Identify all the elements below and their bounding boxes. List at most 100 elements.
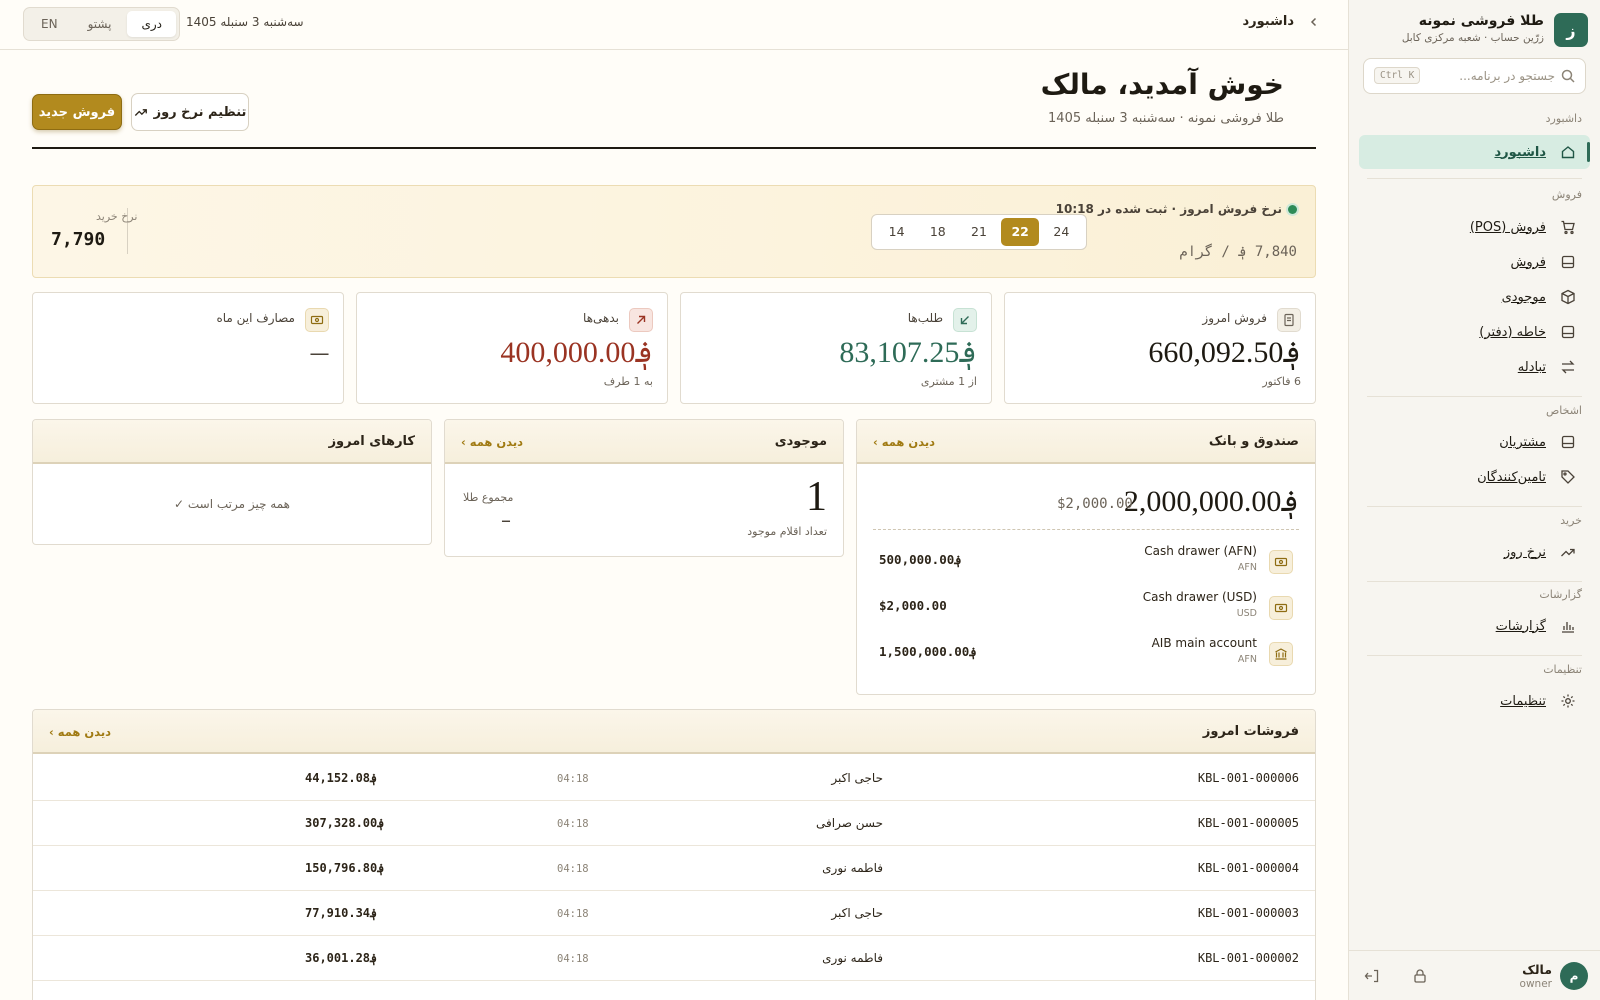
- account-currency: USD: [1236, 608, 1257, 619]
- view-all-link[interactable]: دیدن همه ›: [461, 435, 523, 449]
- view-all-link[interactable]: دیدن همه ›: [49, 725, 111, 739]
- account-name: Cash drawer (USD): [1142, 590, 1257, 604]
- inventory-count: 1: [806, 474, 827, 520]
- sale-amount: ؋77,910.34: [305, 906, 378, 920]
- lang-en[interactable]: EN: [27, 11, 72, 37]
- panel-header: فروشات امروز دیدن همه ›: [33, 710, 1315, 754]
- table-row[interactable]: KBL-001-000002 فاطمه نوری 04:18 ؋36,001.28: [33, 936, 1315, 981]
- stat-today-sales[interactable]: فروش امروز ؋660,092.50 6 فاکتور: [1004, 292, 1316, 404]
- sidebar-item-label: تبادله: [1517, 359, 1546, 375]
- sidebar-item-daily-rate[interactable]: نرخ روز: [1359, 535, 1590, 569]
- topbar: EN پشتو دری سه‌شنبه 3 سنبله 1405 داشبورد: [0, 0, 1348, 50]
- chevron-left-icon[interactable]: [1308, 16, 1320, 28]
- cart-icon: [1561, 220, 1575, 235]
- logout-icon[interactable]: [1363, 967, 1381, 985]
- account-row[interactable]: AIB main account AFN ؋1,500,000.00: [857, 636, 1315, 676]
- account-name: AIB main account: [1151, 636, 1257, 650]
- brand-name: طلا فروشی نمونه: [1418, 13, 1544, 29]
- sale-time: 04:18: [557, 773, 589, 785]
- search-icon: [1561, 69, 1575, 83]
- karat-chip[interactable]: 14: [878, 218, 916, 246]
- stat-sub: از 1 مشتری: [920, 375, 977, 388]
- stat-label: فروش امروز: [1202, 311, 1267, 325]
- stat-debts[interactable]: بدهی‌ها ؋400,000.00 به 1 طرف: [356, 292, 668, 404]
- set-rate-button[interactable]: تنظیم نرخ روز: [131, 93, 249, 131]
- search-placeholder: جستجو در برنامه...: [1459, 69, 1555, 83]
- karat-chip[interactable]: 21: [960, 218, 998, 246]
- view-all-link[interactable]: دیدن همه ›: [873, 435, 935, 449]
- sidebar-item-dashboard[interactable]: داشبورد: [1359, 135, 1590, 169]
- cash-icon: [1269, 550, 1293, 574]
- sidebar-item-reports[interactable]: گزارشات: [1359, 609, 1590, 643]
- lock-icon[interactable]: [1411, 967, 1429, 985]
- search-input[interactable]: جستجو در برنامه... Ctrl K: [1363, 58, 1586, 94]
- sidebar-item-label: فروش (POS): [1469, 219, 1546, 235]
- account-row[interactable]: Cash drawer (AFN) AFN ؋500,000.00: [857, 544, 1315, 584]
- lang-pashto[interactable]: پشتو: [74, 11, 126, 37]
- stat-value: —: [309, 341, 330, 365]
- topbar-date: سه‌شنبه 3 سنبله 1405: [186, 15, 304, 29]
- section-reports: گزارشات: [1539, 588, 1582, 601]
- table-row[interactable]: KBL-001-000005 حسن صرافی 04:18 ؋307,328.00: [33, 801, 1315, 846]
- user-role: owner: [1519, 978, 1552, 990]
- table-row[interactable]: KBL-001-000004 فاطمه نوری 04:18 ؋150,796.80: [33, 846, 1315, 891]
- table-row[interactable]: KBL-001-000003 حاجی اکبر 04:18 ؋77,910.34: [33, 891, 1315, 936]
- breadcrumb-current: داشبورد: [1242, 14, 1294, 29]
- receipt-icon: [1561, 255, 1575, 269]
- stat-receivables[interactable]: طلب‌ها ؋83,107.25 از 1 مشتری: [680, 292, 992, 404]
- stat-value: ؋400,000.00: [500, 336, 653, 369]
- box-icon: [1561, 289, 1575, 305]
- sales-today-panel: فروشات امروز دیدن همه › KBL-001-000006 حا…: [32, 709, 1316, 1000]
- sidebar-item-ledger[interactable]: خاطه (دفتر): [1359, 315, 1590, 349]
- page-title: خوش آمدید، مالک: [1040, 68, 1284, 101]
- sidebar-item-label: تنظیمات: [1500, 693, 1546, 709]
- cash-bank-panel: صندوق و بانک دیدن همه › ؋2,000,000.00 $2…: [856, 419, 1316, 695]
- inventory-count-label: تعداد اقلام موجود: [747, 525, 827, 538]
- sidebar-item-sales[interactable]: فروش: [1359, 245, 1590, 279]
- table-row[interactable]: KBL-001-000006 حاجی اکبر 04:18 ؋44,152.08: [33, 756, 1315, 801]
- header-divider: [32, 147, 1316, 149]
- sidebar-item-suppliers[interactable]: تامین‌کنندگان: [1359, 460, 1590, 494]
- invoice-id: KBL-001-000006: [1197, 771, 1299, 785]
- account-name: Cash drawer (AFN): [1144, 544, 1257, 558]
- cash-total-afn: ؋2,000,000.00: [1123, 485, 1299, 518]
- sidebar-item-pos[interactable]: فروش (POS): [1359, 210, 1590, 244]
- karat-chip[interactable]: 24: [1042, 218, 1080, 246]
- sidebar-item-label: مشتریان: [1499, 434, 1546, 450]
- buy-rate-label: نرخ خرید: [96, 210, 138, 223]
- stat-expenses[interactable]: مصارف این ماه —: [32, 292, 344, 404]
- customer-name: حاجی اکبر: [831, 906, 883, 920]
- sale-time: 04:18: [557, 863, 589, 875]
- tag-icon: [1561, 470, 1575, 484]
- sale-amount: ؋150,796.80: [305, 861, 385, 875]
- karat-chip-active[interactable]: 22: [1001, 218, 1040, 246]
- divider: [1367, 506, 1582, 507]
- customer-name: حاجی اکبر: [831, 771, 883, 785]
- sidebar-item-settings[interactable]: تنظیمات: [1359, 684, 1590, 718]
- home-icon: [1561, 146, 1575, 159]
- karat-chip[interactable]: 18: [919, 218, 957, 246]
- rate-label-text: نرخ فروش امروز · ثبت شده در 10:18: [1055, 202, 1282, 216]
- panel-title: صندوق و بانک: [1208, 434, 1299, 449]
- stat-label: مصارف این ماه: [216, 311, 295, 325]
- panel-title: موجودی: [774, 434, 827, 449]
- sale-time: 04:18: [557, 818, 589, 830]
- sidebar-item-exchange[interactable]: تبادله: [1359, 350, 1590, 384]
- new-sale-button[interactable]: فروش جدید: [32, 94, 122, 130]
- account-amount: ؋500,000.00: [879, 552, 962, 567]
- divider: [1367, 581, 1582, 582]
- account-currency: AFN: [1237, 654, 1257, 665]
- exchange-icon: [1561, 360, 1575, 374]
- stat-label: طلب‌ها: [907, 311, 943, 325]
- sidebar-item-customers[interactable]: مشتریان: [1359, 425, 1590, 459]
- invoice-id: KBL-001-000004: [1197, 861, 1299, 875]
- karat-selector: 14 18 21 22 24: [871, 214, 1087, 250]
- buy-rate-value: 7,790: [51, 229, 106, 250]
- sidebar-item-label: گزارشات: [1495, 618, 1546, 634]
- brand: ز طلا فروشی نمونه زرّین حساب · شعبه مرکز…: [1361, 13, 1588, 47]
- lang-dari[interactable]: دری: [127, 11, 176, 37]
- rate-banner: نرخ فروش امروز · ثبت شده در 10:18 7,840 …: [32, 185, 1316, 278]
- invoice-id: KBL-001-000002: [1197, 951, 1299, 965]
- account-row[interactable]: Cash drawer (USD) USD $2,000.00: [857, 590, 1315, 630]
- sidebar-item-inventory[interactable]: موجودی: [1359, 280, 1590, 314]
